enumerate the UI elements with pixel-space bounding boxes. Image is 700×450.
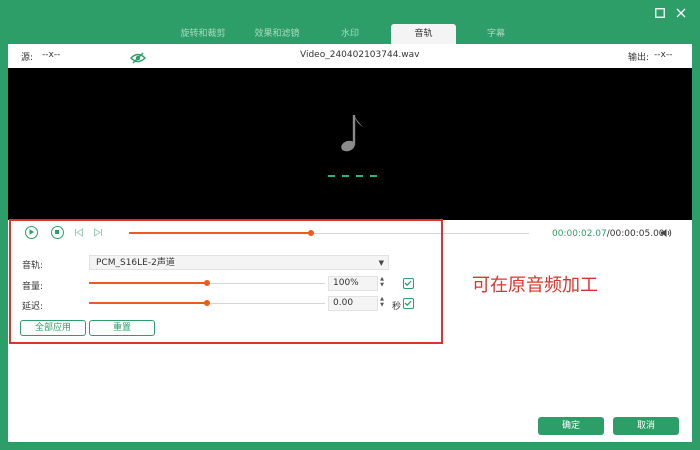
annotation-text: 可在原音频加工 [472, 275, 598, 296]
eye-hidden-icon [130, 52, 146, 64]
waveform-dash [356, 175, 363, 177]
waveform-dash [328, 175, 335, 177]
total-time: 00:00:05.00 [609, 229, 665, 239]
source-value: --x-- [42, 50, 61, 60]
ok-button[interactable]: 确定 [538, 417, 604, 435]
tab-effects-filters[interactable]: 效果和滤镜 [246, 24, 308, 44]
tab-watermark[interactable]: 水印 [330, 24, 370, 44]
waveform-dash [342, 175, 349, 177]
source-label: 源: [21, 53, 34, 63]
file-name: Video_240402103744.wav [300, 50, 420, 60]
output-label: 输出: [628, 53, 650, 63]
highlight-box [9, 219, 443, 344]
close-window-button[interactable] [676, 7, 686, 21]
waveform-dash [370, 175, 377, 177]
tab-subtitle[interactable]: 字幕 [476, 24, 516, 44]
preview-toggle-button[interactable] [130, 52, 146, 67]
restore-window-button[interactable] [655, 7, 665, 21]
tab-rotate-crop[interactable]: 旋转和裁剪 [172, 24, 234, 44]
volume-button[interactable] [660, 228, 672, 241]
speaker-icon [661, 229, 672, 237]
output-value: --x-- [654, 50, 673, 60]
cancel-button[interactable]: 取消 [613, 417, 679, 435]
music-note-icon [338, 113, 364, 158]
time-display: 00:00:02.07/00:00:05.00 [552, 229, 665, 239]
tab-audio-track[interactable]: 音轨 [391, 24, 456, 44]
square-icon [655, 8, 665, 18]
close-icon [676, 8, 686, 18]
current-time: 00:00:02.07 [552, 229, 607, 239]
